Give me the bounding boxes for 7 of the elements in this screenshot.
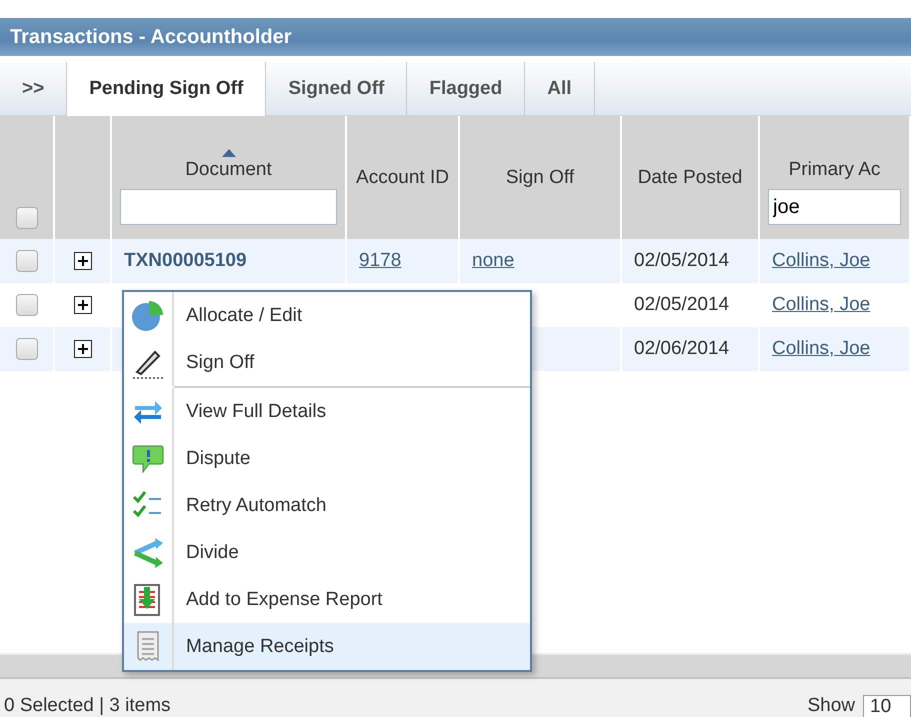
document-id: TXN00005109 — [124, 250, 247, 272]
date-posted: 02/05/2014 — [634, 250, 730, 272]
show-label: Show — [807, 695, 855, 717]
selection-summary: 0 Selected | 3 items — [4, 695, 171, 717]
date-posted: 02/05/2014 — [634, 294, 730, 316]
window-title: Transactions - Accountholder — [0, 18, 911, 56]
date-posted: 02/06/2014 — [634, 338, 730, 360]
